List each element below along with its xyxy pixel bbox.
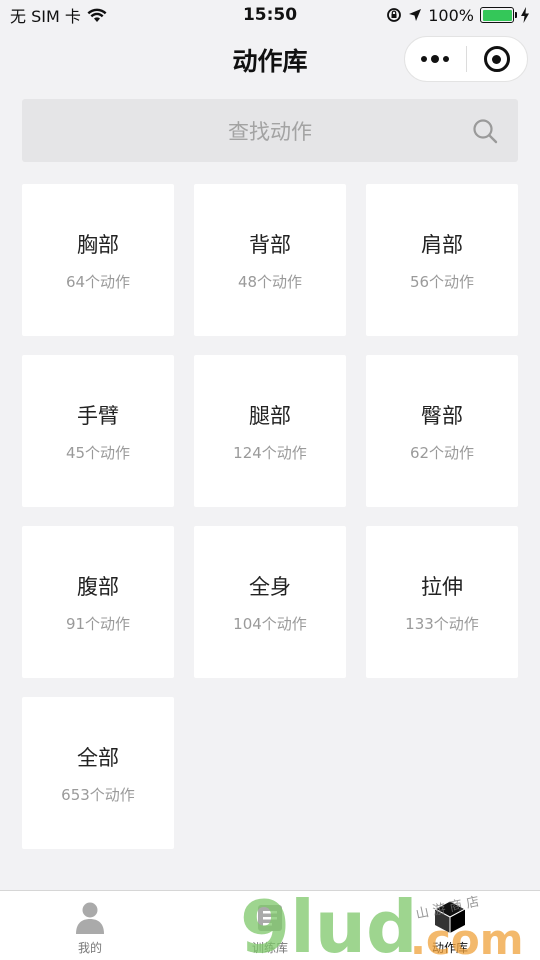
category-count: 56个动作 bbox=[409, 272, 475, 291]
search-input[interactable]: 查找动作 bbox=[22, 99, 518, 162]
tab-label: 动作库 bbox=[431, 941, 468, 955]
category-name: 胸部 bbox=[77, 232, 119, 257]
category-name: 手臂 bbox=[77, 403, 119, 428]
category-card-full-body[interactable]: 全身 104个动作 bbox=[194, 526, 346, 678]
tab-training[interactable]: 训练库 bbox=[180, 891, 360, 960]
category-count: 124个动作 bbox=[233, 443, 307, 462]
category-card-stretch[interactable]: 拉伸 133个动作 bbox=[366, 526, 518, 678]
category-card-glutes[interactable]: 臀部 62个动作 bbox=[366, 355, 518, 507]
battery-level bbox=[482, 9, 512, 21]
category-card-all[interactable]: 全部 653个动作 bbox=[22, 697, 174, 849]
more-button[interactable] bbox=[405, 37, 466, 81]
category-card-shoulders[interactable]: 肩部 56个动作 bbox=[366, 184, 518, 336]
status-right: 100% bbox=[386, 6, 530, 25]
tab-label: 我的 bbox=[77, 941, 102, 955]
category-count: 653个动作 bbox=[61, 785, 135, 804]
status-left: 无 SIM 卡 bbox=[10, 3, 107, 27]
location-arrow-icon bbox=[409, 9, 422, 21]
tab-action-library[interactable]: 动作库 bbox=[360, 891, 540, 960]
search-placeholder: 查找动作 bbox=[228, 119, 312, 144]
category-name: 肩部 bbox=[421, 232, 463, 257]
category-count: 64个动作 bbox=[65, 272, 131, 291]
target-circle-icon bbox=[483, 46, 510, 72]
category-count: 91个动作 bbox=[65, 614, 131, 633]
category-count: 45个动作 bbox=[65, 443, 131, 462]
category-name: 臀部 bbox=[421, 403, 463, 428]
category-name: 全身 bbox=[249, 574, 291, 599]
category-name: 全部 bbox=[77, 745, 119, 770]
category-card-chest[interactable]: 胸部 64个动作 bbox=[22, 184, 174, 336]
mini-program-capsule bbox=[404, 36, 528, 82]
nav-bar: 动作库 bbox=[0, 30, 540, 86]
rotation-lock-icon bbox=[387, 8, 402, 22]
battery-percent: 100% bbox=[428, 5, 474, 25]
category-card-back[interactable]: 背部 48个动作 bbox=[194, 184, 346, 336]
category-name: 腿部 bbox=[249, 403, 291, 428]
category-name: 拉伸 bbox=[421, 574, 463, 599]
wifi-icon bbox=[87, 8, 107, 22]
charging-bolt-icon bbox=[521, 7, 529, 23]
category-name: 背部 bbox=[249, 232, 291, 257]
tab-mine[interactable]: 我的 bbox=[0, 891, 180, 960]
category-card-legs[interactable]: 腿部 124个动作 bbox=[194, 355, 346, 507]
more-dots-icon bbox=[421, 55, 450, 63]
person-icon bbox=[76, 902, 104, 934]
training-icon bbox=[258, 905, 282, 931]
category-card-arms[interactable]: 手臂 45个动作 bbox=[22, 355, 174, 507]
status-bar: 无 SIM 卡 15:50 100% bbox=[0, 0, 540, 30]
tab-bar: 我的 训练库 动作库 bbox=[0, 890, 540, 960]
close-mini-program-button[interactable] bbox=[467, 37, 528, 81]
cube-icon bbox=[433, 900, 467, 933]
tab-label: 训练库 bbox=[251, 941, 288, 955]
category-card-abs[interactable]: 腹部 91个动作 bbox=[22, 526, 174, 678]
category-count: 133个动作 bbox=[405, 614, 479, 633]
category-count: 48个动作 bbox=[237, 272, 303, 291]
category-grid: 胸部 64个动作 背部 48个动作 肩部 56个动作 手臂 45个动作 腿部 1… bbox=[22, 184, 518, 849]
search-icon bbox=[473, 119, 498, 144]
category-name: 腹部 bbox=[77, 574, 119, 599]
battery-icon bbox=[480, 7, 517, 23]
carrier-label: 无 SIM 卡 bbox=[10, 7, 81, 26]
category-count: 104个动作 bbox=[233, 614, 307, 633]
category-count: 62个动作 bbox=[409, 443, 475, 462]
